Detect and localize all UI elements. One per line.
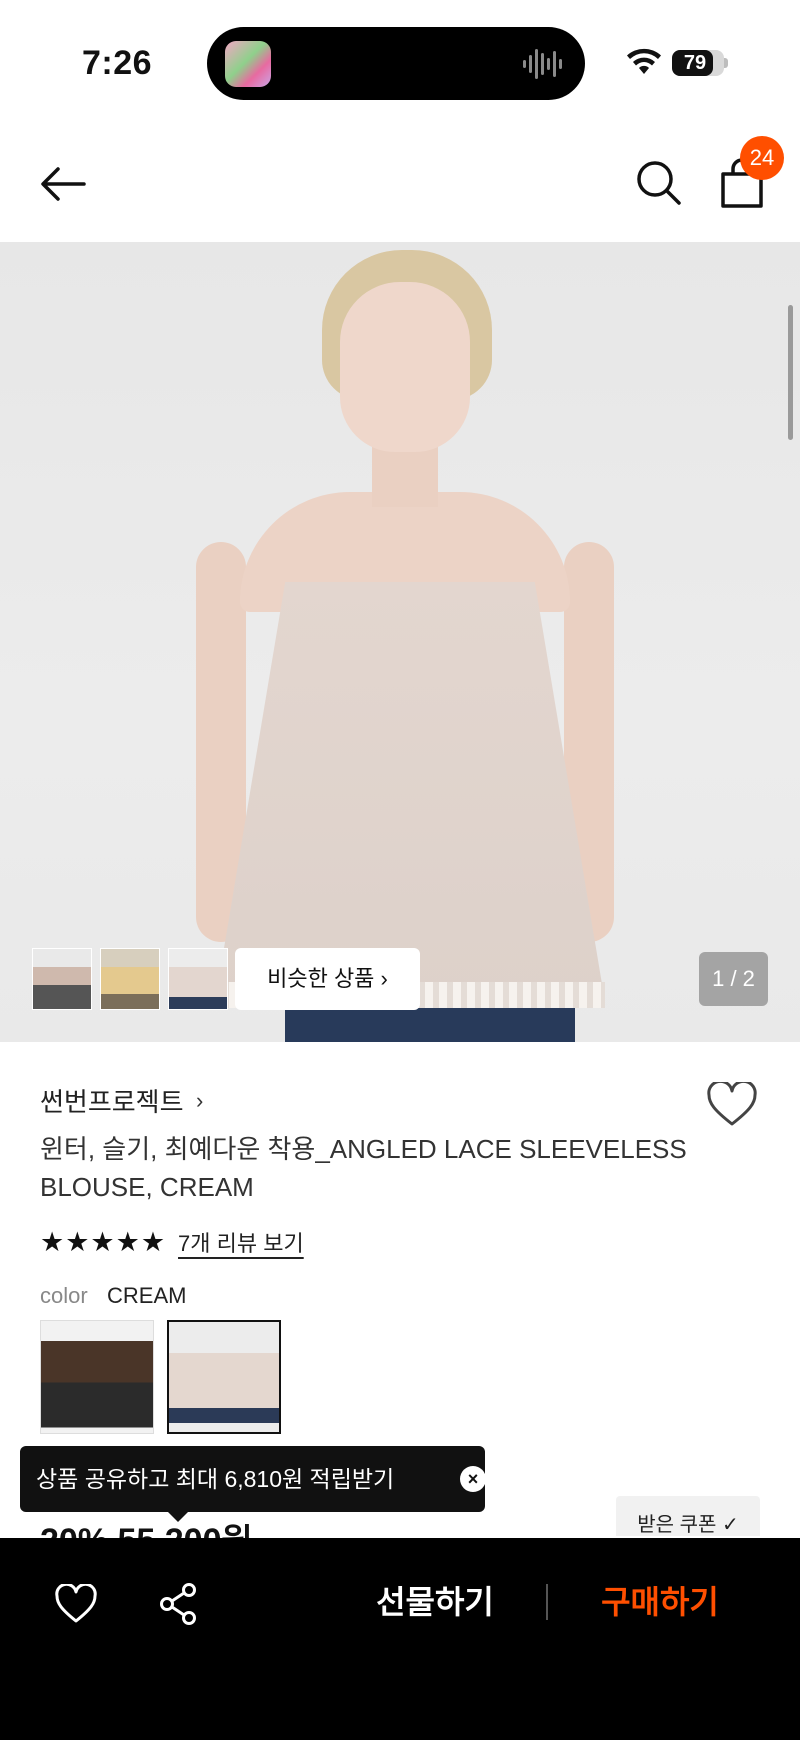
- cart-count-badge: 24: [740, 136, 784, 180]
- scroll-indicator[interactable]: [788, 305, 793, 440]
- back-arrow-icon[interactable]: [36, 156, 92, 212]
- battery-icon: 79: [672, 50, 724, 76]
- image-page-counter: 1 / 2: [699, 952, 768, 1006]
- thumbnail-1[interactable]: [32, 948, 92, 1010]
- gift-button[interactable]: 선물하기: [360, 1570, 510, 1634]
- price-text: 20% 55,200원: [40, 1524, 253, 1538]
- color-swatch-2-selected[interactable]: [167, 1320, 281, 1434]
- audio-waveform-icon: [523, 45, 563, 83]
- received-coupon-button[interactable]: 받은 쿠폰 ✓: [616, 1496, 760, 1536]
- tooltip-text: 상품 공유하고 최대 6,810원 적립받기: [36, 1466, 395, 1492]
- wifi-icon: [627, 48, 661, 74]
- tooltip-tail: [166, 1510, 190, 1522]
- battery-cap: [724, 58, 728, 68]
- brand-link[interactable]: 썬번프로젝트: [40, 1082, 184, 1119]
- blouse-garment: [215, 582, 605, 1002]
- button-divider: [546, 1584, 548, 1620]
- share-reward-tooltip: 상품 공유하고 최대 6,810원 적립받기 ×: [20, 1446, 486, 1512]
- thumbnail-2[interactable]: [100, 948, 160, 1010]
- thumbnail-3[interactable]: [168, 948, 228, 1010]
- buy-button[interactable]: 구매하기: [580, 1570, 740, 1634]
- product-title: 윈터, 슬기, 최예다운 착용_ANGLED LACE SLEEVELESS B…: [40, 1134, 687, 1202]
- status-time: 7:26: [82, 44, 153, 82]
- product-image[interactable]: [0, 242, 800, 1042]
- top-nav: [0, 120, 800, 242]
- status-bar: 7:26 79: [0, 0, 800, 120]
- heart-icon[interactable]: [54, 1584, 98, 1624]
- color-swatch-1[interactable]: [40, 1320, 154, 1434]
- rating-row: ★★★★★ 7개 리뷰 보기: [40, 1226, 304, 1258]
- color-value: CREAM: [107, 1283, 187, 1308]
- model-face: [340, 282, 470, 452]
- battery-percent: 79: [683, 52, 707, 74]
- star-rating: ★★★★★: [40, 1226, 167, 1257]
- share-icon[interactable]: [158, 1582, 198, 1626]
- brand-chevron-icon: ›: [196, 1088, 204, 1113]
- reviews-link[interactable]: 7개 리뷰 보기: [178, 1226, 304, 1258]
- thumbnail-strip: [32, 948, 228, 1010]
- now-playing-artwork: [225, 41, 271, 87]
- similar-products-button[interactable]: 비슷한 상품 ›: [235, 948, 420, 1010]
- bottom-action-bar: 선물하기 구매하기: [0, 1538, 800, 1740]
- heart-icon[interactable]: [706, 1082, 758, 1128]
- dynamic-island[interactable]: [207, 27, 585, 100]
- close-icon[interactable]: ×: [460, 1466, 486, 1492]
- search-icon[interactable]: [634, 158, 684, 208]
- color-label: color: [40, 1283, 88, 1308]
